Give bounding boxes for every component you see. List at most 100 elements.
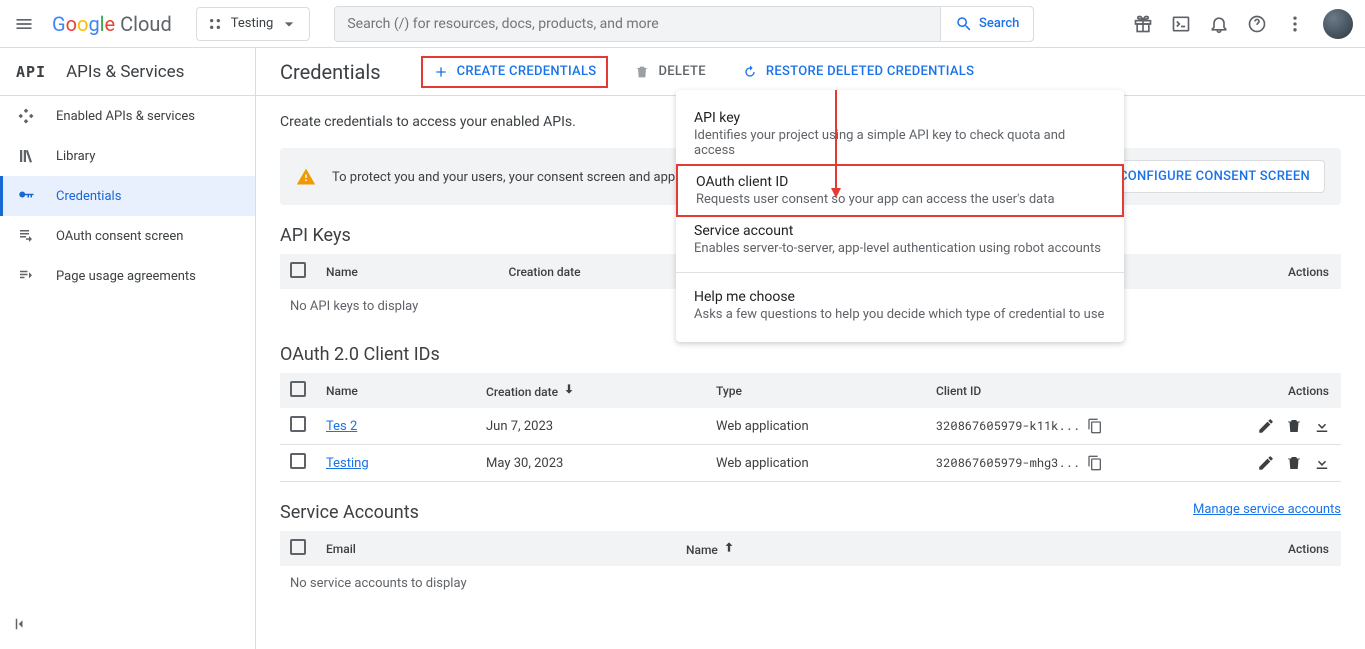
select-all-checkbox[interactable] xyxy=(290,381,306,397)
row-checkbox[interactable] xyxy=(290,416,306,432)
service-accounts-heading: Service Accounts Manage service accounts xyxy=(280,502,1341,523)
menu-item-api-key[interactable]: API key Identifies your project using a … xyxy=(676,102,1124,166)
cell-creation: Jun 7, 2023 xyxy=(476,408,706,445)
help-icon[interactable] xyxy=(1247,14,1267,34)
google-cloud-logo[interactable]: Google Cloud xyxy=(48,12,172,36)
search-button[interactable]: Search xyxy=(940,7,1033,41)
menu-item-desc: Requests user consent so your app can ac… xyxy=(696,192,1104,207)
menu-separator xyxy=(676,272,1124,273)
download-icon[interactable] xyxy=(1313,454,1331,472)
client-name-link[interactable]: Testing xyxy=(326,456,369,471)
plus-icon xyxy=(433,64,449,80)
leftnav-header: API APIs & Services xyxy=(0,48,255,96)
project-icon xyxy=(207,16,223,32)
create-credentials-menu: API key Identifies your project using a … xyxy=(676,90,1124,342)
sidebar-item-oauth-consent[interactable]: OAuth consent screen xyxy=(0,216,255,256)
menu-item-desc: Identifies your project using a simple A… xyxy=(694,128,1106,158)
col-actions: Actions xyxy=(1026,531,1341,566)
edit-icon[interactable] xyxy=(1257,454,1275,472)
select-all-checkbox[interactable] xyxy=(290,539,306,555)
consent-icon xyxy=(16,227,36,245)
copy-icon[interactable] xyxy=(1087,455,1103,471)
project-picker[interactable]: Testing xyxy=(196,7,311,41)
create-credentials-button[interactable]: CREATE CREDENTIALS xyxy=(421,56,609,88)
warning-icon xyxy=(296,167,316,187)
trash-icon xyxy=(634,64,650,80)
notifications-icon[interactable] xyxy=(1209,14,1229,34)
menu-item-title: Help me choose xyxy=(694,289,1106,305)
edit-icon[interactable] xyxy=(1257,417,1275,435)
cloud-shell-icon[interactable] xyxy=(1171,14,1191,34)
gift-icon[interactable] xyxy=(1133,14,1153,34)
library-icon xyxy=(16,147,36,165)
cell-type: Web application xyxy=(706,445,926,482)
service-accounts-empty: No service accounts to display xyxy=(280,566,1341,601)
restore-deleted-button[interactable]: RESTORE DELETED CREDENTIALS xyxy=(732,58,984,86)
key-icon xyxy=(16,187,36,205)
more-icon[interactable] xyxy=(1285,14,1305,34)
cell-creation: May 30, 2023 xyxy=(476,445,706,482)
sidebar-item-label: Credentials xyxy=(56,189,121,204)
col-actions: Actions xyxy=(1202,373,1341,408)
diamond-icon xyxy=(16,107,36,125)
oauth-clients-table: Name Creation date Type Client ID Action… xyxy=(280,373,1341,482)
manage-service-accounts-link[interactable]: Manage service accounts xyxy=(1193,502,1341,517)
sidebar-item-credentials[interactable]: Credentials xyxy=(0,176,255,216)
select-all-checkbox[interactable] xyxy=(290,262,306,278)
col-client-id[interactable]: Client ID xyxy=(926,373,1202,408)
sort-asc-icon xyxy=(722,540,736,554)
leftnav-title: APIs & Services xyxy=(66,62,184,82)
menu-item-oauth-client-id[interactable]: OAuth client ID Requests user consent so… xyxy=(676,164,1124,217)
api-logo: API xyxy=(16,63,46,81)
table-row: Testing May 30, 2023 Web application 320… xyxy=(280,445,1341,482)
sidebar-item-page-usage[interactable]: Page usage agreements xyxy=(0,256,255,296)
col-name[interactable]: Name xyxy=(316,254,499,289)
sidebar-item-label: Page usage agreements xyxy=(56,269,196,284)
search-input[interactable] xyxy=(335,8,940,40)
menu-item-title: OAuth client ID xyxy=(696,174,1104,190)
sidebar-item-enabled-apis[interactable]: Enabled APIs & services xyxy=(0,96,255,136)
download-icon[interactable] xyxy=(1313,417,1331,435)
col-email[interactable]: Email xyxy=(316,531,676,566)
sidebar-item-label: Library xyxy=(56,149,95,164)
agreement-icon xyxy=(16,267,36,285)
restore-label: RESTORE DELETED CREDENTIALS xyxy=(766,64,974,79)
search-button-label: Search xyxy=(979,16,1019,31)
collapse-nav-button[interactable] xyxy=(12,615,30,637)
col-name[interactable]: Name xyxy=(676,531,1026,566)
copy-icon[interactable] xyxy=(1087,418,1103,434)
avatar[interactable] xyxy=(1323,9,1353,39)
create-credentials-label: CREATE CREDENTIALS xyxy=(457,64,597,79)
sort-desc-icon xyxy=(562,382,576,396)
sidebar-item-label: OAuth consent screen xyxy=(56,229,183,244)
col-type[interactable]: Type xyxy=(706,373,926,408)
configure-consent-button[interactable]: CONFIGURE CONSENT SCREEN xyxy=(1104,160,1325,193)
delete-button[interactable]: DELETE xyxy=(624,58,715,86)
col-creation[interactable]: Creation date xyxy=(476,373,706,408)
sidebar-item-label: Enabled APIs & services xyxy=(56,109,195,124)
sidebar-item-library[interactable]: Library xyxy=(0,136,255,176)
service-accounts-table: Email Name Actions xyxy=(280,531,1341,566)
page-title: Credentials xyxy=(280,60,381,84)
menu-item-desc: Asks a few questions to help you decide … xyxy=(694,307,1106,322)
menu-item-title: Service account xyxy=(694,223,1106,239)
menu-item-help-me-choose[interactable]: Help me choose Asks a few questions to h… xyxy=(676,281,1124,330)
menu-item-service-account[interactable]: Service account Enables server-to-server… xyxy=(676,215,1124,264)
project-name: Testing xyxy=(231,16,274,31)
chevron-down-icon xyxy=(279,14,299,34)
nav-menu-button[interactable] xyxy=(12,12,36,36)
restore-icon xyxy=(742,64,758,80)
cell-type: Web application xyxy=(706,408,926,445)
menu-item-desc: Enables server-to-server, app-level auth… xyxy=(694,241,1106,256)
search-bar[interactable]: Search xyxy=(334,6,1034,42)
col-name[interactable]: Name xyxy=(316,373,476,408)
trash-icon[interactable] xyxy=(1285,417,1303,435)
menu-item-title: API key xyxy=(694,110,1106,126)
row-checkbox[interactable] xyxy=(290,453,306,469)
cell-client-id: 320867605979-mhg3... xyxy=(936,455,1080,471)
trash-icon[interactable] xyxy=(1285,454,1303,472)
client-name-link[interactable]: Tes 2 xyxy=(326,419,357,434)
delete-label: DELETE xyxy=(658,64,705,79)
table-row: Tes 2 Jun 7, 2023 Web application 320867… xyxy=(280,408,1341,445)
oauth-clients-heading: OAuth 2.0 Client IDs xyxy=(280,344,1341,365)
